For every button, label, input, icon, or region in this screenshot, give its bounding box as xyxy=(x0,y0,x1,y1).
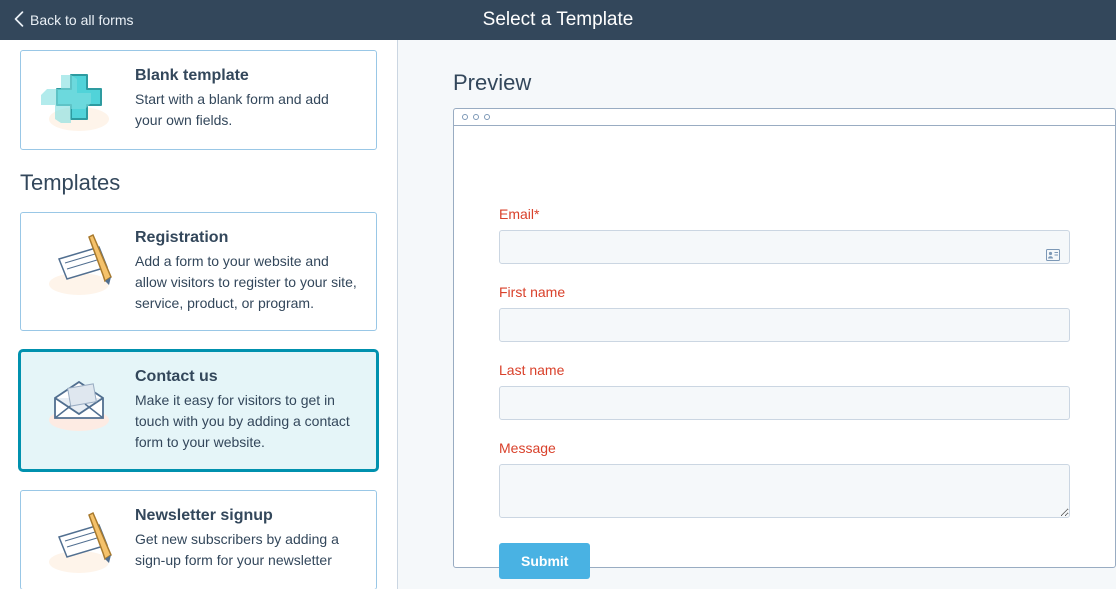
message-input[interactable] xyxy=(499,464,1070,518)
submit-button[interactable]: Submit xyxy=(499,543,590,579)
template-card-registration[interactable]: Registration Add a form to your website … xyxy=(20,212,377,331)
clipboard-pencil-icon xyxy=(39,507,119,573)
card-title: Newsletter signup xyxy=(135,507,358,525)
envelope-icon xyxy=(39,368,119,434)
browser-controls-icon xyxy=(454,109,1115,126)
preview-form: Email* First name Last name Message Subm… xyxy=(454,126,1115,609)
lastname-input[interactable] xyxy=(499,386,1070,420)
preview-title: Preview xyxy=(453,70,1116,96)
card-desc: Get new subscribers by adding a sign-up … xyxy=(135,529,358,571)
preview-panel: Preview Email* First name Last name Mess… xyxy=(398,40,1116,589)
page-title: Select a Template xyxy=(483,9,634,31)
header-bar: Back to all forms Select a Template xyxy=(0,0,1116,40)
templates-section-title: Templates xyxy=(20,170,377,196)
plus-icon xyxy=(39,67,119,133)
message-label: Message xyxy=(499,440,1070,456)
card-desc: Add a form to your website and allow vis… xyxy=(135,251,358,314)
card-title: Registration xyxy=(135,229,358,247)
firstname-label: First name xyxy=(499,284,1070,300)
back-to-forms-link[interactable]: Back to all forms xyxy=(0,11,133,30)
contact-card-icon xyxy=(1046,248,1060,266)
card-title: Contact us xyxy=(135,368,358,386)
chevron-left-icon xyxy=(14,11,24,30)
card-desc: Make it easy for visitors to get in touc… xyxy=(135,390,358,453)
template-card-contact-us[interactable]: Contact us Make it easy for visitors to … xyxy=(20,351,377,470)
email-input[interactable] xyxy=(499,230,1070,264)
clipboard-pencil-icon xyxy=(39,229,119,295)
template-sidebar: Blank template Start with a blank form a… xyxy=(0,40,398,589)
back-link-label: Back to all forms xyxy=(30,12,133,28)
card-title: Blank template xyxy=(135,67,358,85)
firstname-input[interactable] xyxy=(499,308,1070,342)
template-card-blank[interactable]: Blank template Start with a blank form a… xyxy=(20,50,377,150)
template-card-newsletter[interactable]: Newsletter signup Get new subscribers by… xyxy=(20,490,377,589)
lastname-label: Last name xyxy=(499,362,1070,378)
card-desc: Start with a blank form and add your own… xyxy=(135,89,358,131)
browser-frame: Email* First name Last name Message Subm… xyxy=(453,108,1116,568)
email-label: Email* xyxy=(499,206,1070,222)
